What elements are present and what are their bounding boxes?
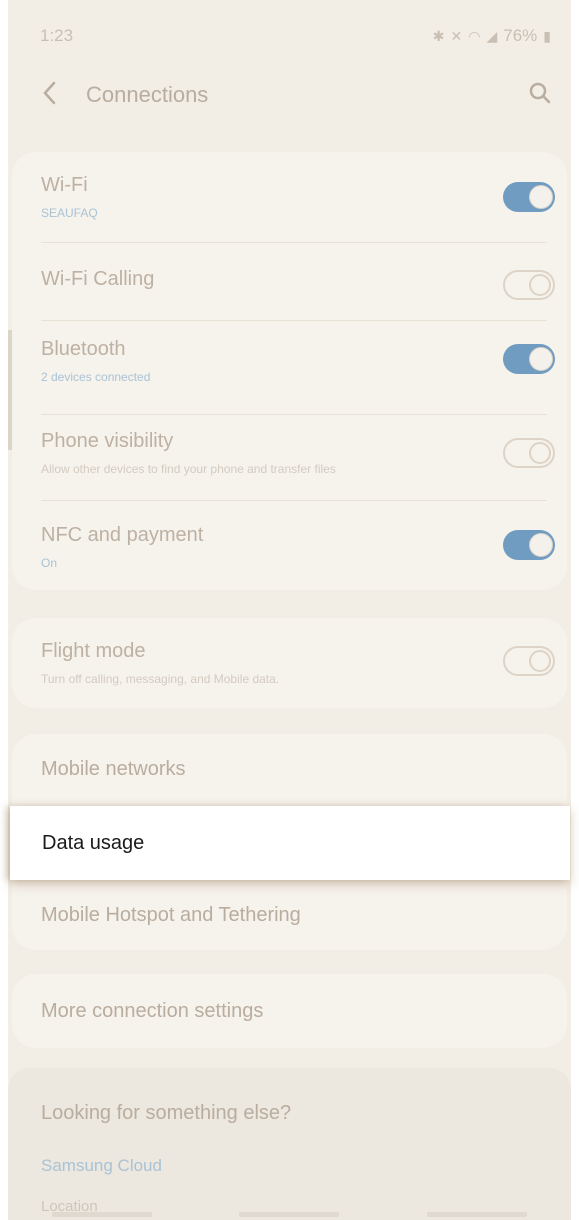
- bluetooth-toggle[interactable]: [503, 344, 555, 374]
- toggle-knob: [529, 442, 551, 464]
- signal-icon: ◢: [486, 27, 498, 44]
- status-icons: ✱ ✕ ◠ ◢ 76% ▮: [433, 26, 551, 46]
- setting-row-flight-mode[interactable]: Flight mode Turn off calling, messaging,…: [12, 618, 567, 708]
- app-header: Connections: [8, 70, 571, 120]
- mute-icon: ✕: [450, 27, 463, 44]
- battery-percent: 76%: [503, 26, 538, 45]
- nfc-toggle[interactable]: [503, 530, 555, 560]
- setting-sublabel: Turn off calling, messaging, and Mobile …: [41, 672, 280, 686]
- setting-row-nfc[interactable]: NFC and payment On: [12, 504, 567, 590]
- bluetooth-icon: ✱: [432, 27, 445, 44]
- nav-home-button[interactable]: [239, 1212, 340, 1217]
- wifi-toggle[interactable]: [503, 182, 555, 212]
- divider: [41, 414, 547, 415]
- setting-label: Flight mode: [41, 640, 146, 662]
- menu-label: More connection settings: [41, 1000, 264, 1022]
- menu-label: Data usage: [42, 832, 145, 854]
- setting-label: Bluetooth: [41, 338, 126, 360]
- battery-icon: ▮: [543, 27, 551, 44]
- search-icon[interactable]: [527, 80, 553, 106]
- flight-mode-card: Flight mode Turn off calling, messaging,…: [12, 618, 567, 708]
- setting-sublabel: On: [41, 556, 58, 570]
- setting-row-wifi-calling[interactable]: Wi-Fi Calling: [12, 244, 567, 328]
- setting-label: Wi-Fi Calling: [41, 268, 155, 290]
- phone-visibility-toggle[interactable]: [503, 438, 555, 468]
- samsung-cloud-link[interactable]: Samsung Cloud: [41, 1156, 162, 1176]
- setting-sublabel: SEAUFAQ: [41, 206, 98, 220]
- menu-item-more-connection-settings[interactable]: More connection settings: [12, 974, 567, 1048]
- divider: [41, 242, 547, 243]
- page-title: Connections: [86, 82, 209, 107]
- connections-card: Wi-Fi SEAUFAQ Wi-Fi Calling Bluetooth 2 …: [12, 152, 567, 590]
- setting-row-phone-visibility[interactable]: Phone visibility Allow other devices to …: [12, 420, 567, 504]
- setting-row-wifi[interactable]: Wi-Fi SEAUFAQ: [12, 152, 567, 244]
- menu-item-mobile-networks[interactable]: Mobile networks: [12, 734, 567, 806]
- divider: [41, 500, 547, 501]
- wifi-icon: ◠: [468, 27, 481, 44]
- menu-item-hotspot[interactable]: Mobile Hotspot and Tethering: [12, 884, 567, 950]
- nav-bar: [8, 1212, 571, 1220]
- divider: [41, 320, 547, 321]
- suggestions-panel: Looking for something else? Samsung Clou…: [8, 1068, 571, 1220]
- toggle-knob: [529, 533, 553, 557]
- nav-recent-button[interactable]: [51, 1212, 152, 1217]
- more-settings-card: More connection settings: [12, 974, 567, 1048]
- status-bar: 1:23 ✱ ✕ ◠ ◢ 76% ▮: [8, 20, 571, 50]
- menu-item-data-usage[interactable]: Data usage: [10, 806, 570, 880]
- toggle-knob: [529, 185, 553, 209]
- suggestions-title: Looking for something else?: [41, 1102, 292, 1124]
- menu-label: Mobile Hotspot and Tethering: [41, 904, 301, 926]
- toggle-knob: [529, 650, 551, 672]
- connections-screen: 1:23 ✱ ✕ ◠ ◢ 76% ▮ Connections Wi-Fi SEA…: [8, 0, 571, 1220]
- wifi-calling-toggle[interactable]: [503, 270, 555, 300]
- menu-label: Mobile networks: [41, 758, 186, 780]
- toggle-knob: [529, 274, 551, 296]
- toggle-knob: [529, 347, 553, 371]
- setting-sublabel: Allow other devices to find your phone a…: [41, 462, 336, 476]
- status-time: 1:23: [40, 26, 74, 45]
- chevron-left-icon[interactable]: [38, 78, 62, 108]
- setting-label: NFC and payment: [41, 524, 204, 546]
- setting-label: Wi-Fi: [41, 174, 88, 196]
- setting-row-bluetooth[interactable]: Bluetooth 2 devices connected: [12, 328, 567, 420]
- setting-sublabel: 2 devices connected: [41, 370, 151, 384]
- flight-mode-toggle[interactable]: [503, 646, 555, 676]
- setting-label: Phone visibility: [41, 430, 174, 452]
- nav-back-button[interactable]: [427, 1212, 528, 1217]
